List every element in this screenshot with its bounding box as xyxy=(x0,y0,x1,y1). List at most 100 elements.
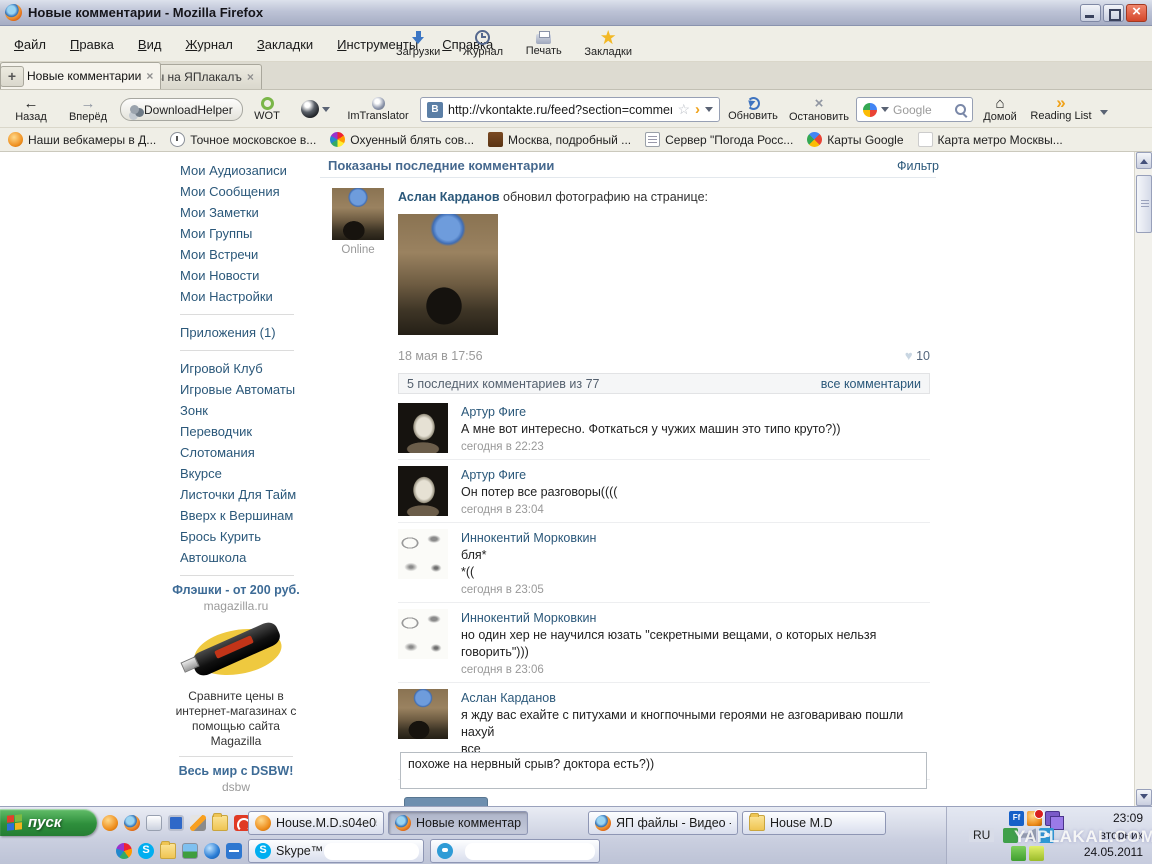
quick-launch-icon[interactable] xyxy=(116,843,132,859)
tab-close-icon[interactable]: × xyxy=(146,69,153,83)
tray-icon[interactable] xyxy=(1039,828,1054,843)
restore-button[interactable] xyxy=(1103,4,1124,22)
toolbar-button[interactable]: Загрузки xyxy=(393,26,443,62)
menu-item[interactable]: Правка xyxy=(60,34,124,55)
comment-avatar[interactable] xyxy=(398,466,448,516)
new-tab-button[interactable]: + xyxy=(0,66,24,87)
comment-author-link[interactable]: Артур Фиге xyxy=(461,405,526,419)
home-button[interactable]: ⌂ Домой xyxy=(978,92,1022,126)
sidebar-app-link[interactable]: Вверх к Вершинам xyxy=(180,505,300,526)
bookmark-item[interactable]: Точное московское в... xyxy=(170,132,316,147)
quick-launch-icon[interactable] xyxy=(124,815,140,831)
feed-arrow-icon[interactable]: › xyxy=(695,103,700,117)
filter-link[interactable]: Фильтр xyxy=(897,159,939,173)
extension-button[interactable] xyxy=(296,92,334,126)
quick-launch-icon[interactable] xyxy=(168,815,184,831)
task-button[interactable]: Skype™ xyxy=(248,839,424,863)
url-text[interactable]: http://vkontakte.ru/feed?section=comment… xyxy=(448,103,672,117)
heart-icon[interactable]: ♥ xyxy=(905,348,913,363)
ad-block[interactable]: Флэшки - от 200 руб. magazilla.ru Сравни… xyxy=(166,583,306,795)
sidebar-link[interactable]: Мои Заметки xyxy=(180,202,300,223)
post-author-avatar[interactable] xyxy=(332,188,384,240)
bookmark-item[interactable]: Сервер "Погода Росс... xyxy=(645,132,793,147)
menu-item[interactable]: Закладки xyxy=(247,34,323,55)
quick-launch-icon[interactable] xyxy=(146,815,162,831)
post-author-link[interactable]: Аслан Карданов xyxy=(398,190,500,204)
sidebar-link[interactable]: Мои Настройки xyxy=(180,286,300,307)
sidebar-link[interactable]: Мои Встречи xyxy=(180,244,300,265)
reading-list-button[interactable]: » Reading List xyxy=(1026,92,1096,126)
url-bar[interactable]: В http://vkontakte.ru/feed?section=comme… xyxy=(420,97,720,122)
tray-icon[interactable] xyxy=(1021,828,1036,843)
comment-input[interactable]: похоже на нервный срыв? доктора есть?)) xyxy=(400,752,927,789)
vertical-scrollbar[interactable] xyxy=(1134,152,1152,806)
menu-item[interactable]: Файл xyxy=(4,34,56,55)
quick-launch-icon[interactable] xyxy=(138,843,154,859)
task-button[interactable]: House M.D xyxy=(742,811,886,835)
sidebar-link[interactable]: Мои Группы xyxy=(180,223,300,244)
refresh-button[interactable]: Обновить xyxy=(724,92,782,126)
imtranslator-button[interactable]: ImTranslator xyxy=(340,92,416,126)
tab-close-icon[interactable]: × xyxy=(247,70,254,84)
all-comments-link[interactable]: все комментарии xyxy=(821,377,921,391)
wot-button[interactable]: WOT xyxy=(244,92,290,126)
comment-avatar[interactable] xyxy=(398,529,448,579)
task-button[interactable] xyxy=(430,839,600,863)
sidebar-app-link[interactable]: Слотомания xyxy=(180,442,300,463)
ad-title-2[interactable]: Весь мир с DSBW! xyxy=(166,764,306,779)
sidebar-apps-header[interactable]: Приложения (1) xyxy=(180,325,276,340)
close-button[interactable] xyxy=(1126,4,1147,22)
comment-author-link[interactable]: Иннокентий Морковкин xyxy=(461,531,596,545)
quick-launch-icon[interactable] xyxy=(160,843,176,859)
bookmark-item[interactable]: Наши вебкамеры в Д... xyxy=(8,132,156,147)
task-button[interactable]: Новые комментарии... xyxy=(388,811,528,835)
search-icon[interactable] xyxy=(955,104,966,115)
sidebar-app-link[interactable]: Брось Курить xyxy=(180,526,300,547)
comment-author-link[interactable]: Аслан Карданов xyxy=(461,691,556,705)
search-engine-dropdown-icon[interactable] xyxy=(881,107,889,116)
quick-launch-icon[interactable] xyxy=(182,843,198,859)
browser-tab[interactable]: Новые комментарии × xyxy=(0,62,161,89)
scroll-up-button[interactable] xyxy=(1136,152,1152,169)
tray-icon[interactable] xyxy=(1003,828,1018,843)
search-box[interactable] xyxy=(856,97,973,122)
sidebar-app-link[interactable]: Зонк xyxy=(180,400,300,421)
menu-item[interactable]: Вид xyxy=(128,34,172,55)
language-indicator[interactable]: RU xyxy=(969,828,994,842)
sidebar-link[interactable]: Мои Аудиозаписи xyxy=(180,160,300,181)
post-likes[interactable]: ♥ 10 xyxy=(850,348,930,363)
quick-launch-icon[interactable] xyxy=(102,815,118,831)
search-input[interactable] xyxy=(893,103,951,117)
menu-item[interactable]: Журнал xyxy=(175,34,242,55)
quick-launch-icon[interactable] xyxy=(204,843,220,859)
comment-author-link[interactable]: Артур Фиге xyxy=(461,468,526,482)
forward-button[interactable]: → Вперёд xyxy=(60,92,116,126)
tray-icon[interactable] xyxy=(1011,846,1026,861)
downloadhelper-button[interactable]: DownloadHelper xyxy=(120,98,243,121)
url-dropdown-icon[interactable] xyxy=(705,107,713,116)
task-button[interactable]: ЯП файлы - Видео - ... xyxy=(588,811,738,835)
comment-avatar[interactable] xyxy=(398,689,448,739)
scroll-down-button[interactable] xyxy=(1136,789,1152,806)
sidebar-app-link[interactable]: Листочки Для Тайм xyxy=(180,484,300,505)
quick-launch-icon[interactable] xyxy=(190,815,206,831)
bookmark-item[interactable]: Карта метро Москвы... xyxy=(918,132,1063,147)
tray-icon[interactable] xyxy=(1009,811,1024,826)
toolbar-overflow-icon[interactable] xyxy=(1100,110,1108,119)
quick-launch-icon[interactable] xyxy=(212,815,228,831)
send-comment-button[interactable] xyxy=(404,797,488,806)
sidebar-app-link[interactable]: Переводчик xyxy=(180,421,300,442)
toolbar-button[interactable]: Журнал xyxy=(460,26,506,62)
bookmark-star-icon[interactable]: ☆ xyxy=(677,101,690,118)
tray-icon[interactable] xyxy=(1027,811,1042,826)
sidebar-app-link[interactable]: Автошкола xyxy=(180,547,300,568)
bookmark-item[interactable]: Охуенный блять сов... xyxy=(330,132,474,147)
stop-button[interactable]: × Остановить xyxy=(786,92,852,126)
sidebar-app-link[interactable]: Игровые Автоматы xyxy=(180,379,300,400)
comment-author-link[interactable]: Иннокентий Морковкин xyxy=(461,611,596,625)
toolbar-button[interactable]: Печать xyxy=(523,26,565,62)
toolbar-button[interactable]: Закладки xyxy=(581,26,635,62)
bookmark-item[interactable]: Карты Google xyxy=(807,132,903,147)
start-button[interactable]: пуск xyxy=(0,809,97,836)
sidebar-app-link[interactable]: Игровой Клуб xyxy=(180,358,300,379)
